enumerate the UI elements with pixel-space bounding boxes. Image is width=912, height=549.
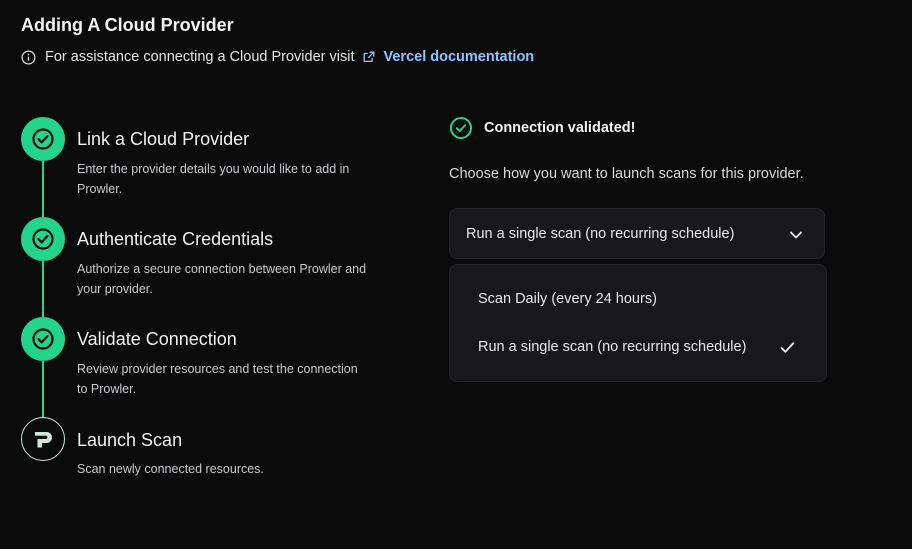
step-title: Authenticate Credentials [77,229,274,249]
step-connector [42,261,44,317]
step-description: Enter the provider details you would lik… [77,162,350,196]
step-title: Link a Cloud Provider [77,129,250,149]
selected-check-icon [780,342,795,353]
step-connector [42,161,44,217]
help-text: For assistance connecting a Cloud Provid… [45,49,355,65]
step-title: Validate Connection [77,329,237,349]
step-current-badge [21,417,65,461]
connection-validated-text: Connection validated! [484,120,636,136]
step-description: Authorize a secure connection between Pr… [77,262,367,296]
step-description: Review provider resources and test the c… [77,362,358,396]
page: Adding A Cloud Provider For assistance c… [0,0,912,549]
step-description: Scan newly connected resources. [77,462,264,476]
step-authenticate-credentials: Authenticate Credentials Authorize a sec… [21,217,381,317]
page-title: Adding A Cloud Provider [21,15,234,35]
step-complete-badge [21,317,65,361]
step-complete-badge [21,217,65,261]
option-single-scan[interactable]: Run a single scan (no recurring schedule… [478,339,746,355]
chevron-down-icon [790,231,802,239]
info-icon [21,50,36,64]
check-icon [32,128,54,150]
step-title: Launch Scan [77,430,183,450]
scan-schedule-select[interactable]: Run a single scan (no recurring schedule… [449,208,825,259]
step-link-cloud-provider: Link a Cloud Provider Enter the provider… [21,117,381,217]
option-scan-daily[interactable]: Scan Daily (every 24 hours) [478,291,657,307]
connection-status: Connection validated! [449,116,635,140]
check-icon [32,328,54,350]
stepper: Link a Cloud Provider Enter the provider… [21,117,381,517]
scan-schedule-prompt: Choose how you want to launch scans for … [449,166,804,182]
select-value: Run a single scan (no recurring schedule… [466,225,735,242]
check-icon [32,228,54,250]
check-circle-icon [450,117,472,139]
help-line: For assistance connecting a Cloud Provid… [21,49,534,65]
step-launch-scan: Launch Scan Scan newly connected resourc… [21,417,381,517]
step-connector [42,361,44,417]
step-complete-badge [21,117,65,161]
external-link-icon[interactable] [362,50,376,64]
step-validate-connection: Validate Connection Review provider reso… [21,317,381,417]
prowler-logo-icon [35,432,52,448]
vercel-documentation-link[interactable]: Vercel documentation [383,49,534,65]
scan-schedule-options: Scan Daily (every 24 hours) Run a single… [449,264,827,382]
